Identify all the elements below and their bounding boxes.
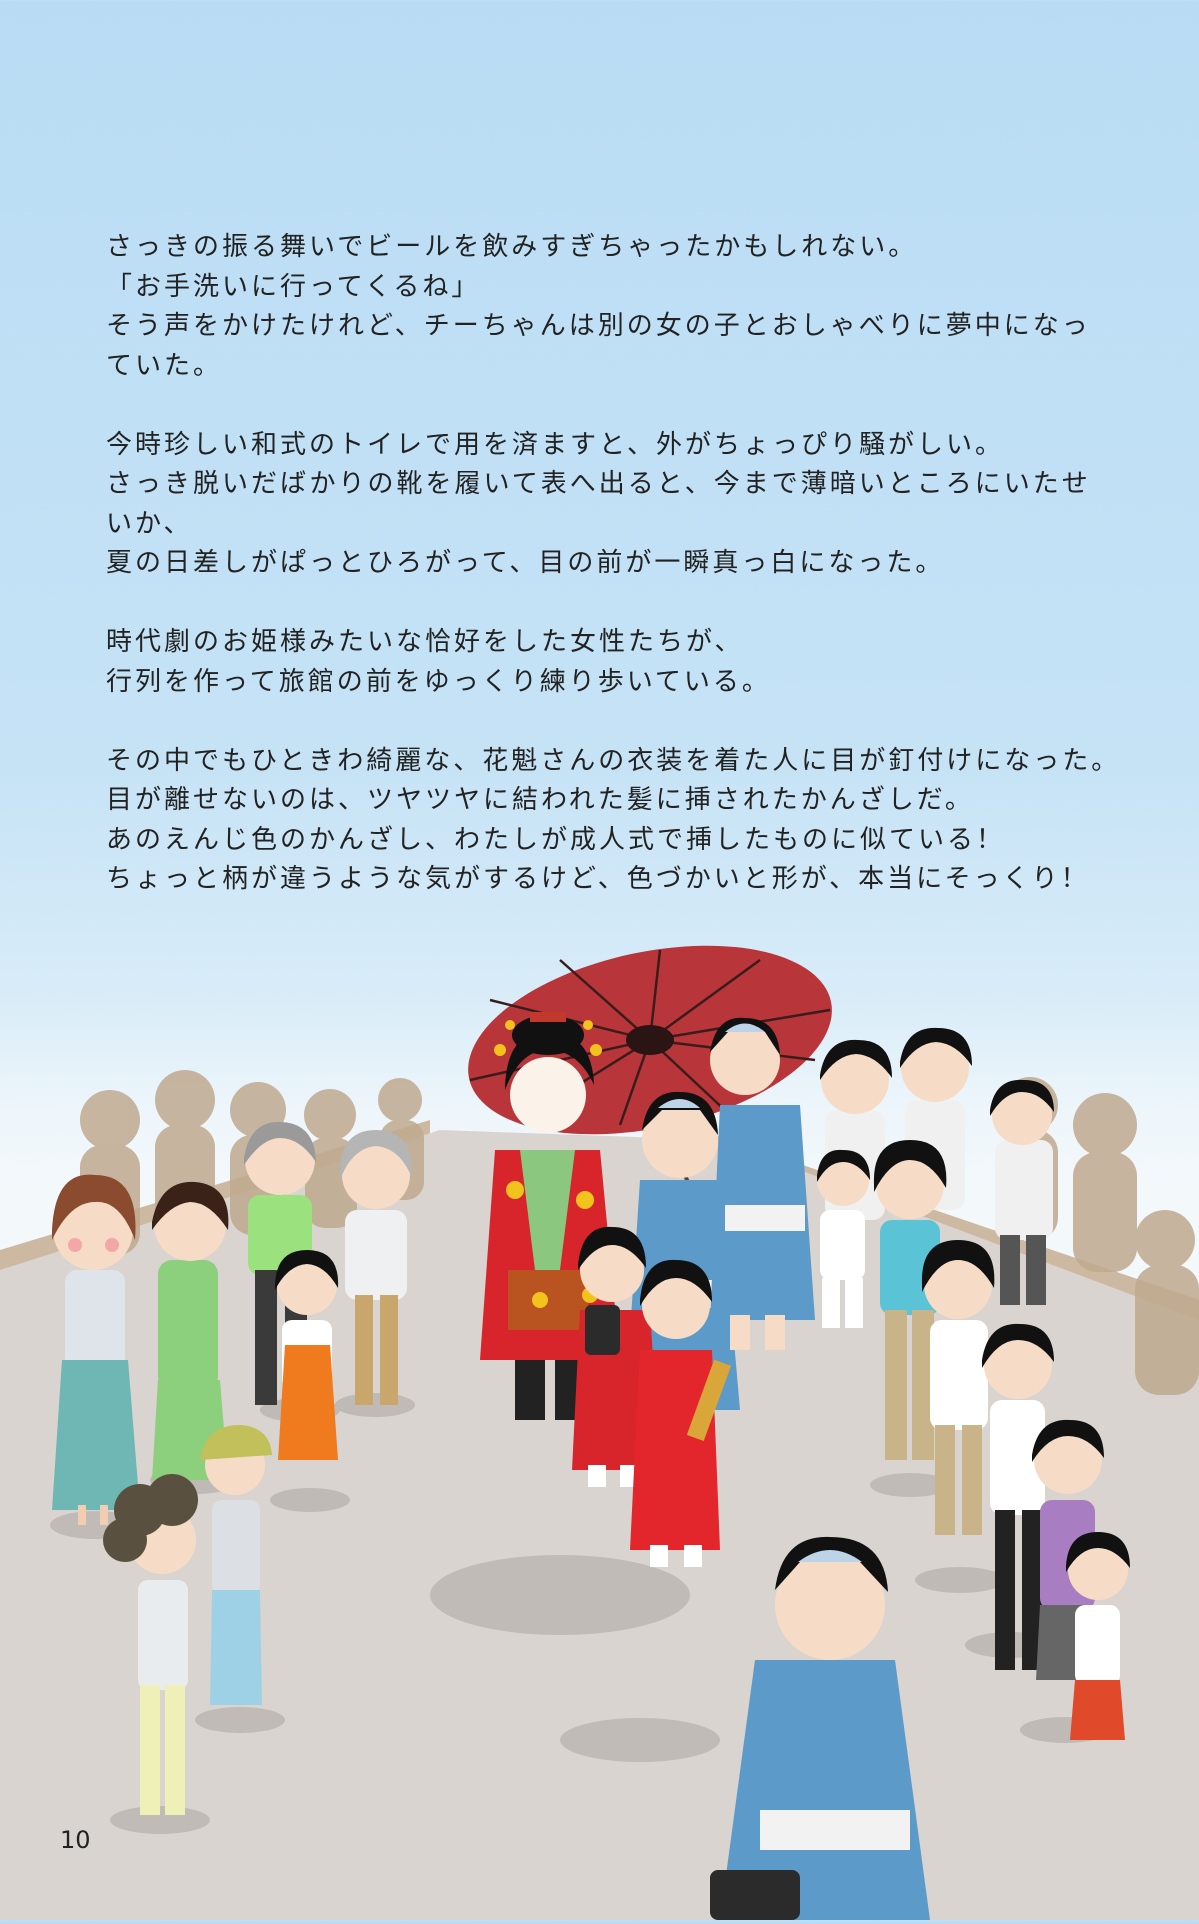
paragraph-2: 今時珍しい和式のトイレで用を済ますと、外がちょっぴり騒がしい。 さっき脱いだばか… xyxy=(106,426,1106,584)
text-line: あのえんじ色のかんざし、わたしが成人式で挿したものに似ている！ xyxy=(106,824,1006,855)
text-line: ていた。 xyxy=(106,350,223,381)
text-line: その中でもひときわ綺麗な、花魁さんの衣装を着た人に目が釘付けになった。 xyxy=(106,745,1121,776)
text-line: さっき脱いだばかりの靴を履いて表へ出ると、今まで薄暗いところにいたせ xyxy=(106,469,1091,499)
person-yukata-man-2 xyxy=(710,1017,815,1350)
text-line: 行列を作って旅館の前をゆっくり練り歩いている。 xyxy=(106,666,771,697)
text-line: 目が離せないのは、ツヤツヤに結われた髪に挿されたかんざしだ。 xyxy=(106,785,974,815)
person-girl-orange xyxy=(275,1250,339,1460)
paragraph-4: その中でもひときわ綺麗な、花魁さんの衣装を着た人に目が釘付けになった。 目が離せ… xyxy=(106,742,1121,900)
silhouette xyxy=(1135,1210,1199,1395)
paragraph-3: 時代劇のお姫様みたいな恰好をした女性たちが、 行列を作って旅館の前をゆっくり練り… xyxy=(106,623,1106,702)
silhouette xyxy=(1073,1093,1137,1272)
text-line: そう声をかけたけれど、チーちゃんは別の女の子とおしゃべりに夢中になっ xyxy=(106,311,1091,341)
procession-scene xyxy=(0,945,1199,1920)
page-number: 10 xyxy=(60,1826,91,1854)
text-line: ちょっと柄が違うような気がするけど、色づかいと形が、本当にそっくり！ xyxy=(106,864,1090,894)
text-line: さっきの振る舞いでビールを飲みすぎちゃったかもしれない。 xyxy=(106,232,918,262)
text-line: 今時珍しい和式のトイレで用を済ますと、外がちょっぴり騒がしい。 xyxy=(106,429,1004,460)
oiran-procession-illustration xyxy=(0,940,1199,1920)
story-text: さっきの振る舞いでビールを飲みすぎちゃったかもしれない。 「お手洗いに行ってくる… xyxy=(106,228,1121,900)
paragraph-1: さっきの振る舞いでビールを飲みすぎちゃったかもしれない。 「お手洗いに行ってくる… xyxy=(106,228,1106,386)
text-line: 夏の日差しがぱっとひろがって、目の前が一瞬真っ白になった。 xyxy=(106,548,945,578)
text-line: 「お手洗いに行ってくるね」 xyxy=(106,271,481,302)
text-line: 時代劇のお姫様みたいな恰好をした女性たちが、 xyxy=(106,627,744,657)
text-line: いか、 xyxy=(106,508,193,539)
